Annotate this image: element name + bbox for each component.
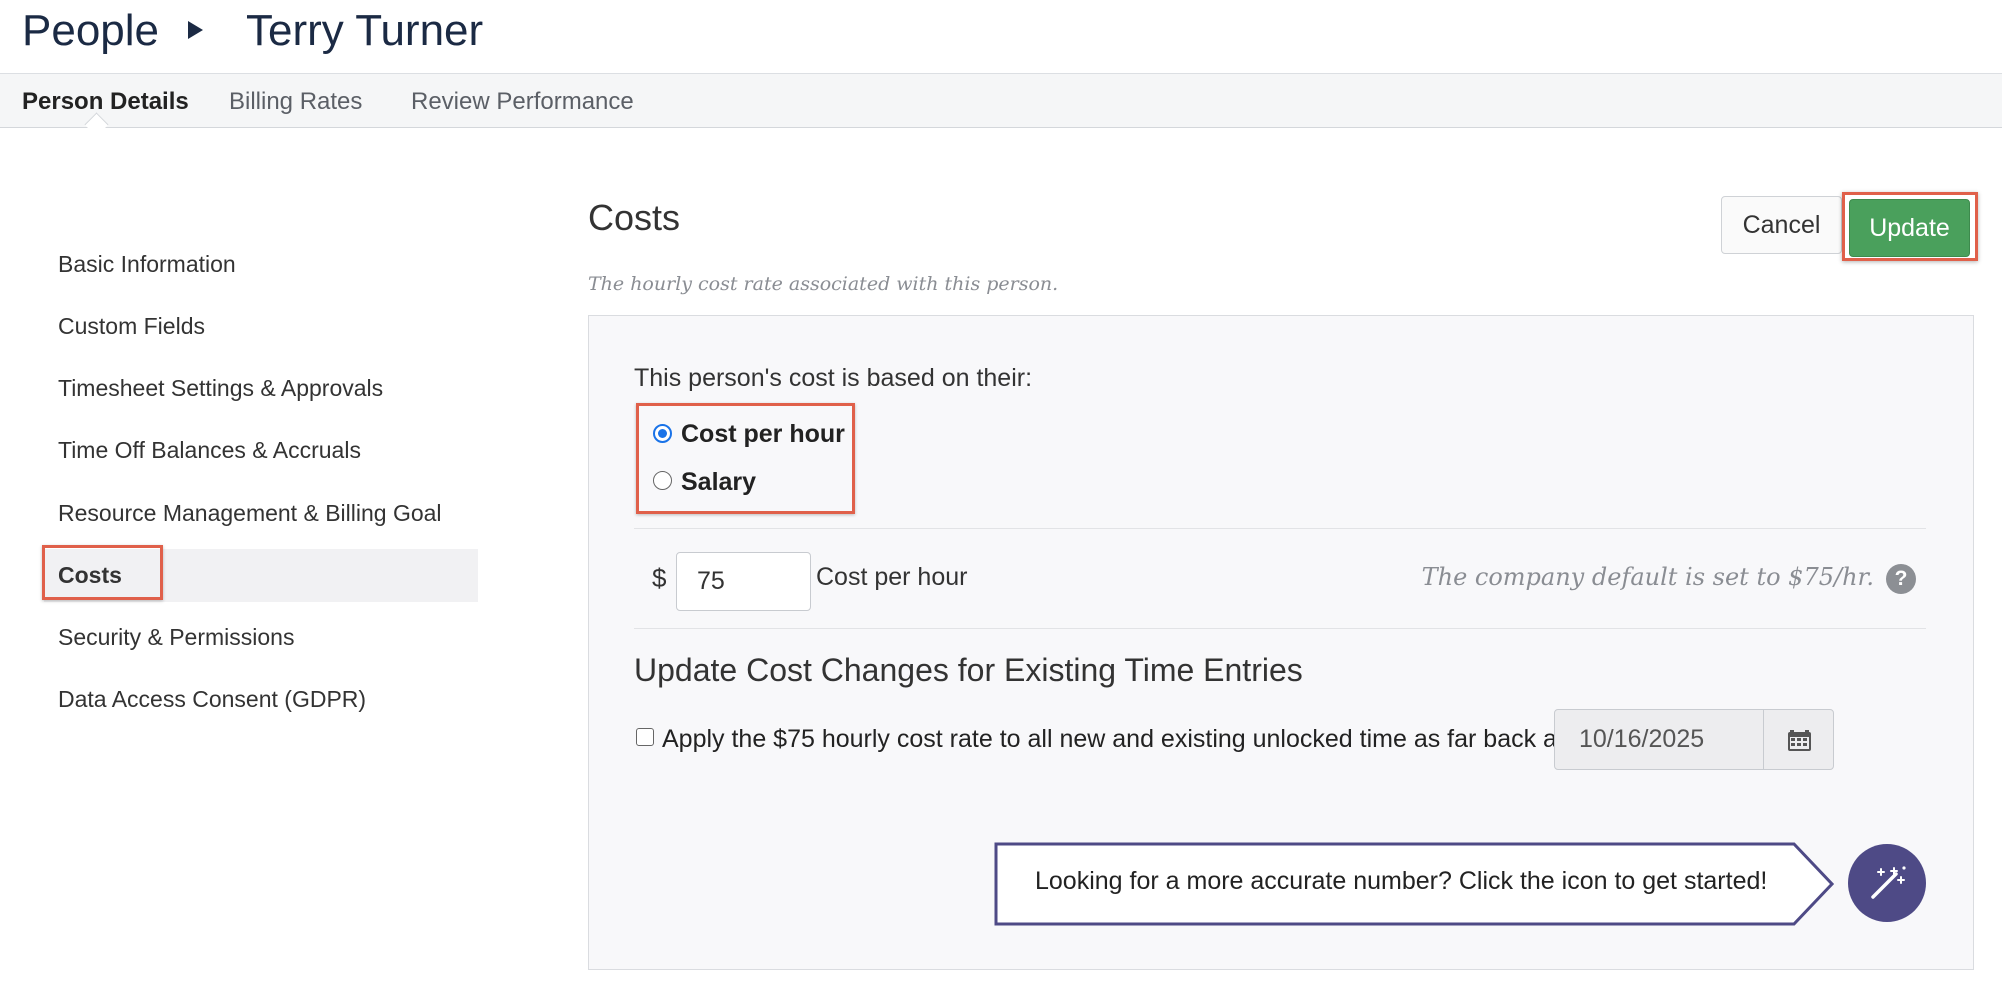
sidebar-item-gdpr[interactable]: Data Access Consent (GDPR): [58, 684, 366, 714]
section-description: The hourly cost rate associated with thi…: [588, 273, 1059, 295]
cost-per-hour-radio[interactable]: [653, 424, 672, 443]
cost-basis-label: This person's cost is based on their:: [634, 364, 1033, 392]
apply-rate-label[interactable]: Apply the $75 hourly cost rate to all ne…: [662, 725, 1569, 754]
apply-from-date-field[interactable]: 10/16/2025: [1554, 709, 1834, 770]
apply-from-date-value[interactable]: 10/16/2025: [1579, 710, 1704, 769]
help-icon[interactable]: ?: [1886, 564, 1916, 594]
update-highlight-box: [1842, 192, 1978, 261]
divider: [634, 628, 1926, 629]
tab-review-performance[interactable]: Review Performance: [411, 74, 634, 130]
sidebar-item-timesheet-settings[interactable]: Timesheet Settings & Approvals: [58, 373, 383, 403]
sidebar-item-resource-management[interactable]: Resource Management & Billing Goal: [58, 498, 442, 528]
sidebar-item-time-off[interactable]: Time Off Balances & Accruals: [58, 435, 361, 465]
section-title: Costs: [588, 197, 681, 238]
breadcrumb: People Terry Turner: [0, 0, 2002, 74]
salary-radio-label[interactable]: Salary: [681, 468, 756, 497]
callout-text: Looking for a more accurate number? Clic…: [1035, 867, 1768, 895]
cost-per-hour-unit-label: Cost per hour: [816, 563, 968, 591]
update-existing-title: Update Cost Changes for Existing Time En…: [634, 652, 1303, 688]
breadcrumb-separator-icon: [188, 21, 203, 39]
costs-highlight-box: [42, 545, 163, 600]
cost-per-hour-radio-label[interactable]: Cost per hour: [681, 420, 845, 449]
sidebar-item-custom-fields[interactable]: Custom Fields: [58, 311, 205, 341]
cancel-button[interactable]: Cancel: [1721, 196, 1842, 254]
sidebar-item-security-permissions[interactable]: Security & Permissions: [58, 622, 294, 652]
company-default-note: The company default is set to $75/hr.: [1421, 563, 1874, 591]
tab-billing-rates[interactable]: Billing Rates: [229, 74, 362, 130]
magic-wand-button[interactable]: [1848, 844, 1926, 922]
page-title: Terry Turner: [246, 6, 484, 55]
magic-wand-icon: [1871, 866, 1906, 899]
cost-per-hour-input[interactable]: 75: [676, 552, 811, 611]
salary-radio[interactable]: [653, 471, 672, 490]
apply-rate-checkbox[interactable]: [636, 728, 654, 746]
calendar-icon[interactable]: [1787, 727, 1812, 757]
tab-bar: Person Details Billing Rates Review Perf…: [0, 74, 2002, 128]
breadcrumb-people-link[interactable]: People: [22, 0, 159, 62]
sidebar-item-basic-information[interactable]: Basic Information: [58, 249, 236, 279]
divider: [634, 528, 1926, 529]
date-field-separator: [1763, 710, 1764, 769]
currency-symbol: $: [652, 563, 667, 593]
